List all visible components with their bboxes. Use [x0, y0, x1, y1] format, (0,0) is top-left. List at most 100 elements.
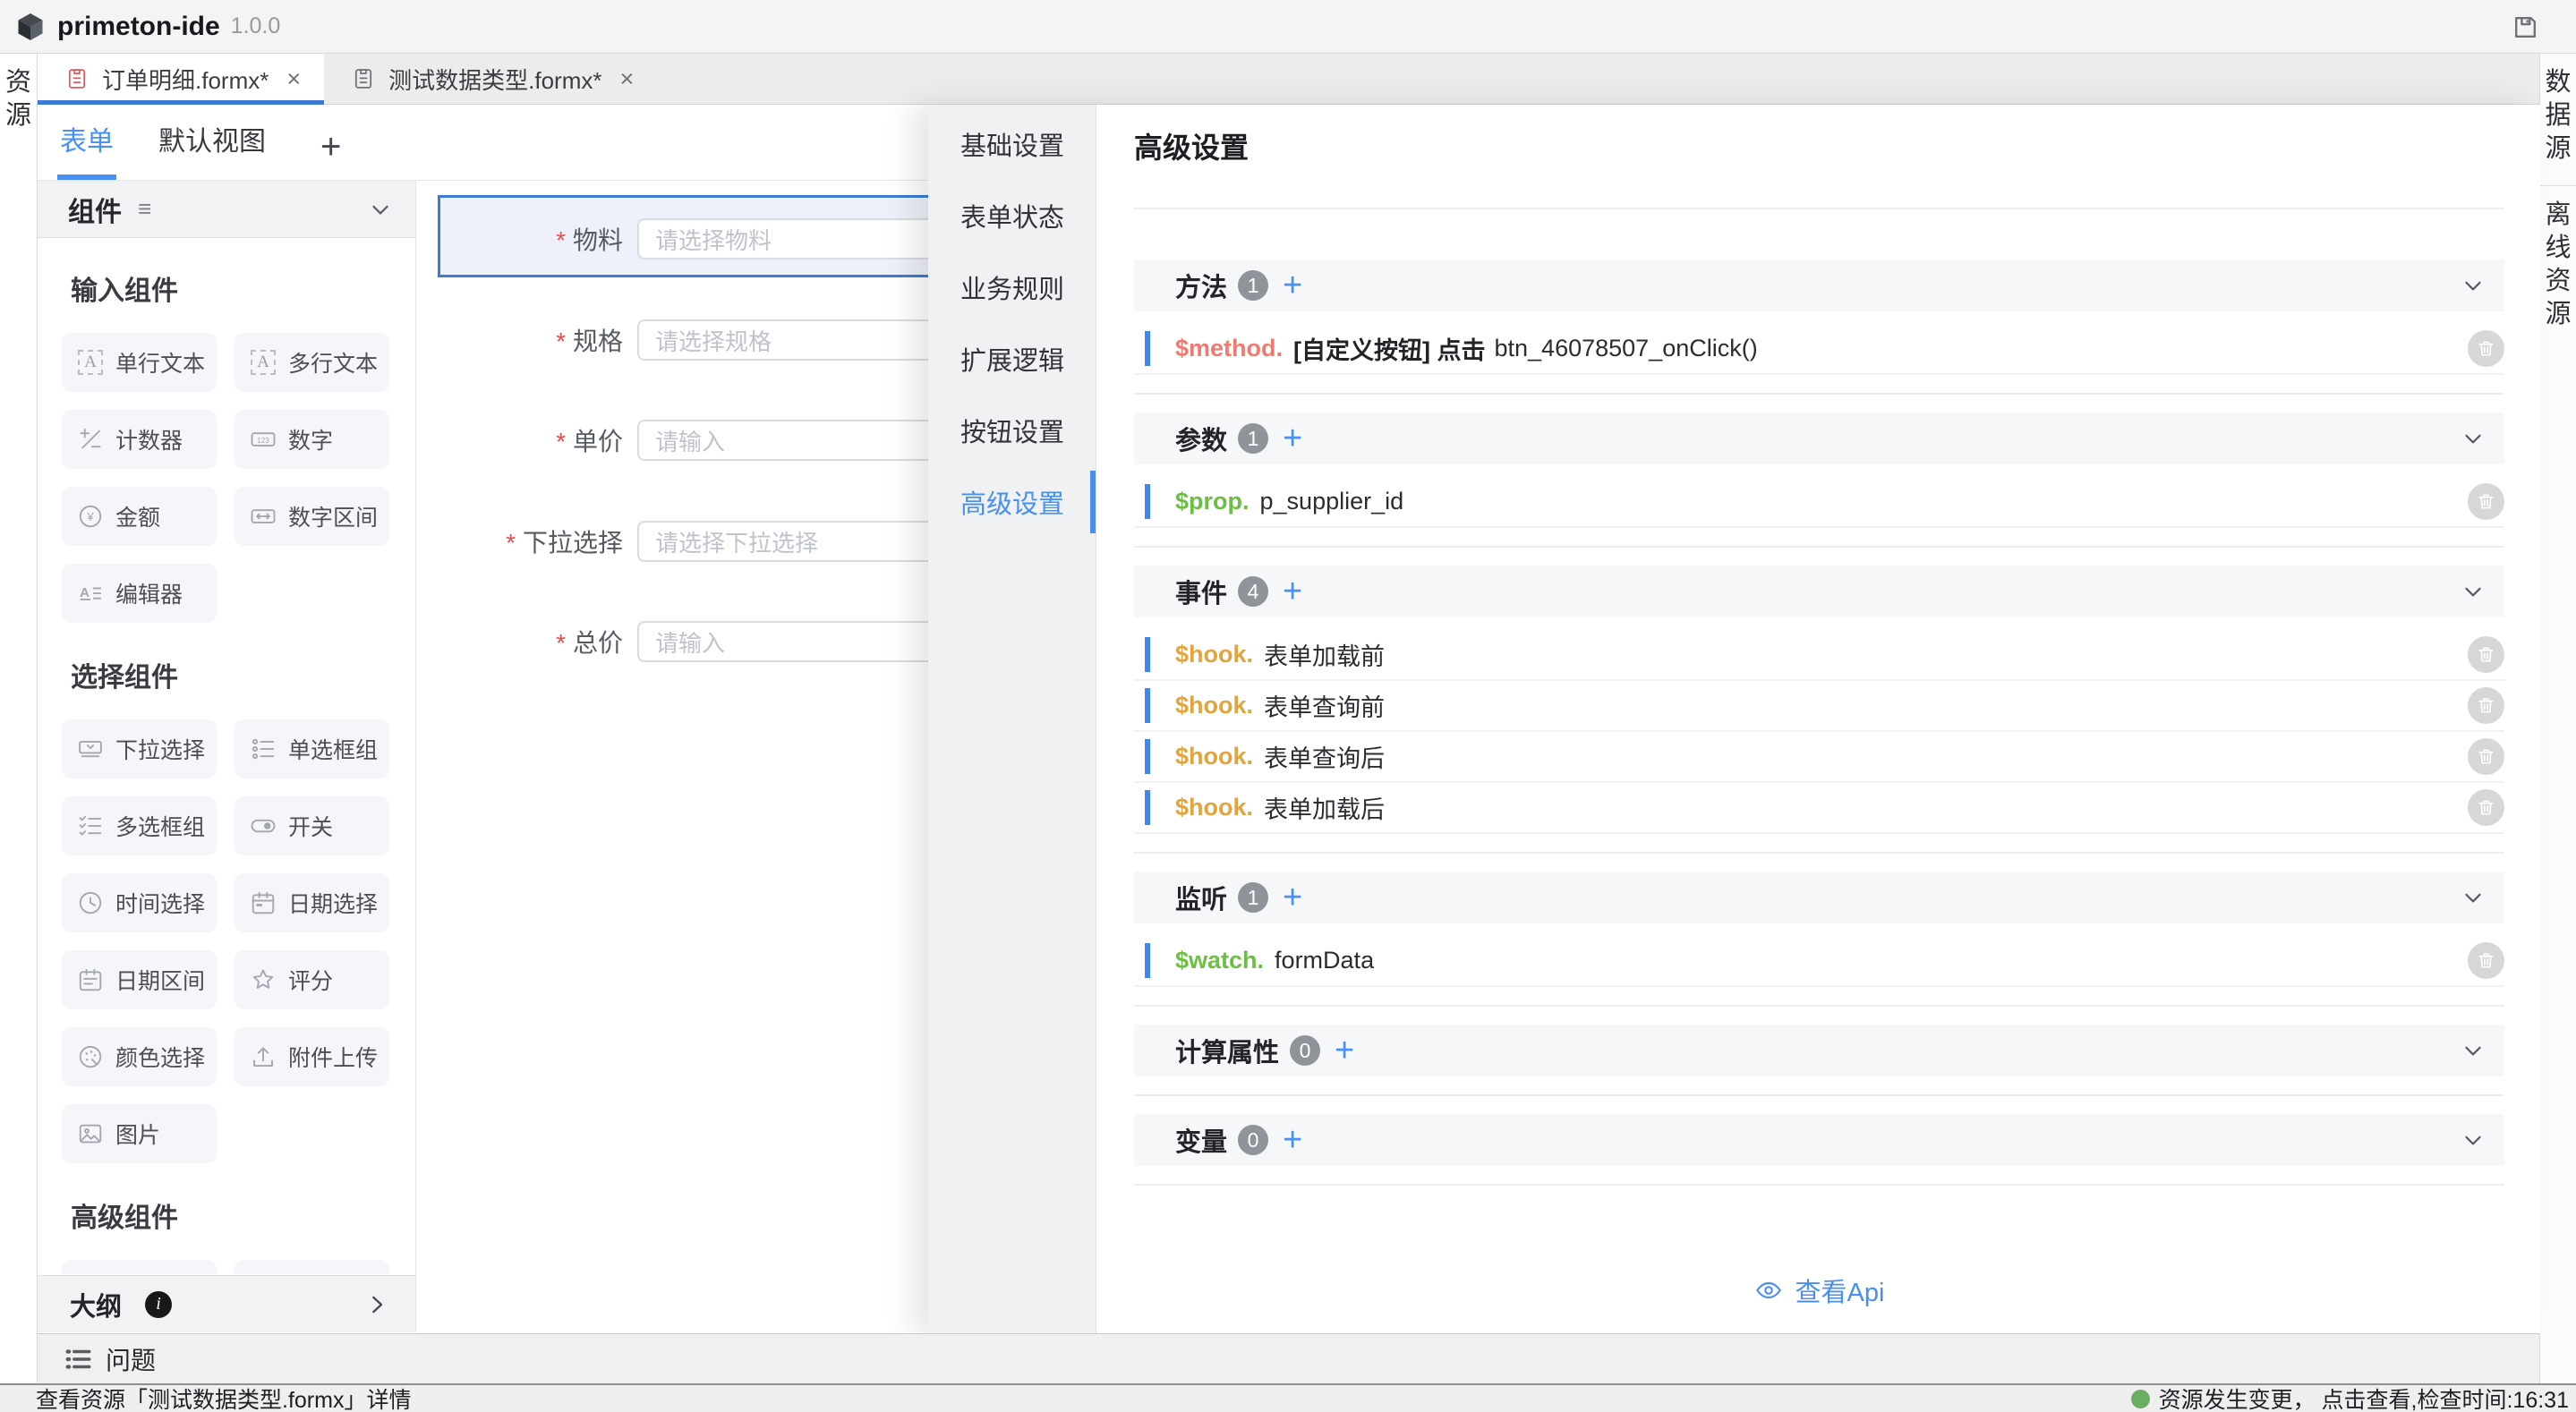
status-right[interactable]: 资源发生变更， 点击查看,检查时间:16:31	[2131, 1382, 2569, 1412]
component-item-partial[interactable]	[62, 1260, 217, 1274]
delete-button[interactable]	[2468, 687, 2504, 724]
count-badge: 0	[1290, 1035, 1320, 1066]
delete-button[interactable]	[2468, 738, 2504, 775]
component-item-label: 日期选择	[288, 887, 378, 919]
chevron-down-icon[interactable]	[2460, 1037, 2486, 1064]
add-view-button[interactable]: +	[315, 127, 346, 180]
required-asterisk: *	[506, 529, 516, 557]
radio-group-icon	[249, 735, 277, 763]
component-item-label: 开关	[288, 810, 333, 842]
binding-row[interactable]: $hook.表单查询前	[1134, 681, 2504, 732]
section-header[interactable]: 事件4+	[1134, 566, 2504, 617]
add-icon[interactable]: +	[1283, 425, 1302, 452]
section-header[interactable]: 计算属性0+	[1134, 1025, 2504, 1076]
component-item-label: 数字区间	[288, 500, 378, 532]
add-icon[interactable]: +	[1283, 578, 1302, 605]
component-item-label: 附件上传	[288, 1041, 378, 1073]
divider	[1134, 852, 2504, 854]
delete-button[interactable]	[2468, 636, 2504, 673]
settings-menu-item-5[interactable]: 按钮设置	[928, 395, 1096, 466]
section-title: 参数	[1175, 420, 1227, 457]
components-list: 输入组件A单行文本A多行文本计数器123数字¥金额数字区间A编辑器选择组件下拉选…	[38, 238, 415, 1274]
binding-row[interactable]: $prop.p_supplier_id	[1134, 477, 2504, 528]
add-icon[interactable]: +	[1335, 1037, 1354, 1064]
field-label: *单价	[416, 422, 623, 458]
status-left-text[interactable]: 查看资源「测试数据类型.formx」详情	[36, 1382, 411, 1412]
chevron-down-icon[interactable]	[2460, 1127, 2486, 1153]
resource-rail[interactable]: 资源	[0, 54, 38, 1383]
field-label: *总价	[416, 624, 623, 659]
view-tab-2[interactable]: 默认视图	[156, 119, 269, 180]
datasource-rail-label[interactable]: 数据源	[2545, 66, 2572, 166]
binding-row[interactable]: $hook.表单查询后	[1134, 732, 2504, 783]
chevron-down-icon[interactable]	[2460, 272, 2486, 299]
section-header[interactable]: 参数1+	[1134, 413, 2504, 464]
component-item[interactable]: 日期选择	[235, 873, 389, 932]
component-item[interactable]: 计数器	[62, 410, 217, 469]
settings-menu-item-2[interactable]: 表单状态	[928, 180, 1096, 251]
component-item[interactable]: 评分	[235, 950, 389, 1009]
add-icon[interactable]: +	[1283, 884, 1302, 911]
components-panel-header: 组件 ≡	[38, 181, 415, 238]
component-item[interactable]: 123数字	[235, 410, 389, 469]
component-item[interactable]: 颜色选择	[62, 1027, 217, 1086]
offline-resource-rail-label[interactable]: 离线资源	[2545, 199, 2572, 331]
component-item[interactable]: 日期区间	[62, 950, 217, 1009]
offline-resource-rail-item[interactable]: 离线资源	[2540, 199, 2576, 351]
delete-button[interactable]	[2468, 330, 2504, 367]
component-item[interactable]: 数字区间	[235, 487, 389, 546]
outline-row[interactable]: 大纲 i	[38, 1275, 416, 1332]
add-icon[interactable]: +	[1283, 272, 1302, 299]
component-item[interactable]: ¥金额	[62, 487, 217, 546]
component-item[interactable]: A编辑器	[62, 564, 217, 623]
settings-menu-item-3[interactable]: 业务规则	[928, 251, 1096, 323]
component-item[interactable]: A多行文本	[235, 333, 389, 392]
component-item[interactable]: 下拉选择	[62, 719, 217, 778]
chevron-down-icon[interactable]	[2460, 425, 2486, 452]
settings-menu-item-6[interactable]: 高级设置	[928, 466, 1096, 538]
view-tab-1[interactable]: 表单	[57, 119, 116, 180]
chevron-down-icon[interactable]	[2460, 884, 2486, 911]
problems-bar[interactable]: 问题	[38, 1333, 2539, 1383]
component-item[interactable]: 多选框组	[62, 796, 217, 855]
component-item[interactable]: A单行文本	[62, 333, 217, 392]
view-api-link[interactable]: 查看Api	[1134, 1272, 2504, 1309]
section-title: 方法	[1175, 267, 1227, 304]
required-asterisk: *	[556, 629, 566, 657]
chevron-down-icon[interactable]	[2460, 578, 2486, 605]
delete-button[interactable]	[2468, 942, 2504, 979]
binding-value: 表单加载前	[1264, 637, 1385, 672]
component-item[interactable]: 附件上传	[235, 1027, 389, 1086]
chevron-down-icon[interactable]	[367, 196, 394, 223]
file-tab-1[interactable]: 订单明细.formx*×	[38, 54, 324, 104]
settings-menu-item-4[interactable]: 扩展逻辑	[928, 323, 1096, 395]
binding-row[interactable]: $watch.formData	[1134, 936, 2504, 987]
component-item[interactable]: 开关	[235, 796, 389, 855]
delete-button[interactable]	[2468, 789, 2504, 826]
datasource-rail-item[interactable]: 数据源	[2540, 66, 2576, 186]
close-icon[interactable]: ×	[286, 65, 301, 93]
binding-value: 表单查询前	[1264, 688, 1385, 723]
section-header[interactable]: 变量0+	[1134, 1114, 2504, 1166]
problems-label: 问题	[106, 1341, 156, 1377]
delete-button[interactable]	[2468, 483, 2504, 520]
component-item-partial[interactable]	[235, 1260, 389, 1274]
component-item[interactable]: 时间选择	[62, 873, 217, 932]
component-section-title: 高级组件	[71, 1195, 415, 1235]
save-icon[interactable]	[2510, 12, 2540, 42]
settings-menu-item-1[interactable]: 基础设置	[928, 108, 1096, 180]
binding-row[interactable]: $hook.表单加载后	[1134, 783, 2504, 834]
resource-rail-label[interactable]: 资源	[5, 66, 32, 132]
section-header[interactable]: 监听1+	[1134, 872, 2504, 923]
file-tab-2[interactable]: 测试数据类型.formx*×	[324, 54, 657, 104]
section-header[interactable]: 方法1+	[1134, 259, 2504, 311]
add-icon[interactable]: +	[1283, 1127, 1302, 1153]
chevron-right-icon[interactable]	[363, 1291, 390, 1318]
component-item[interactable]: 单选框组	[235, 719, 389, 778]
binding-row[interactable]: $method.[自定义按钮] 点击btn_46078507_onClick()	[1134, 324, 2504, 375]
info-icon[interactable]: i	[145, 1291, 172, 1318]
form-file-icon	[351, 66, 376, 91]
binding-row[interactable]: $hook.表单加载前	[1134, 630, 2504, 681]
close-icon[interactable]: ×	[619, 65, 634, 93]
component-item[interactable]: 图片	[62, 1104, 217, 1163]
